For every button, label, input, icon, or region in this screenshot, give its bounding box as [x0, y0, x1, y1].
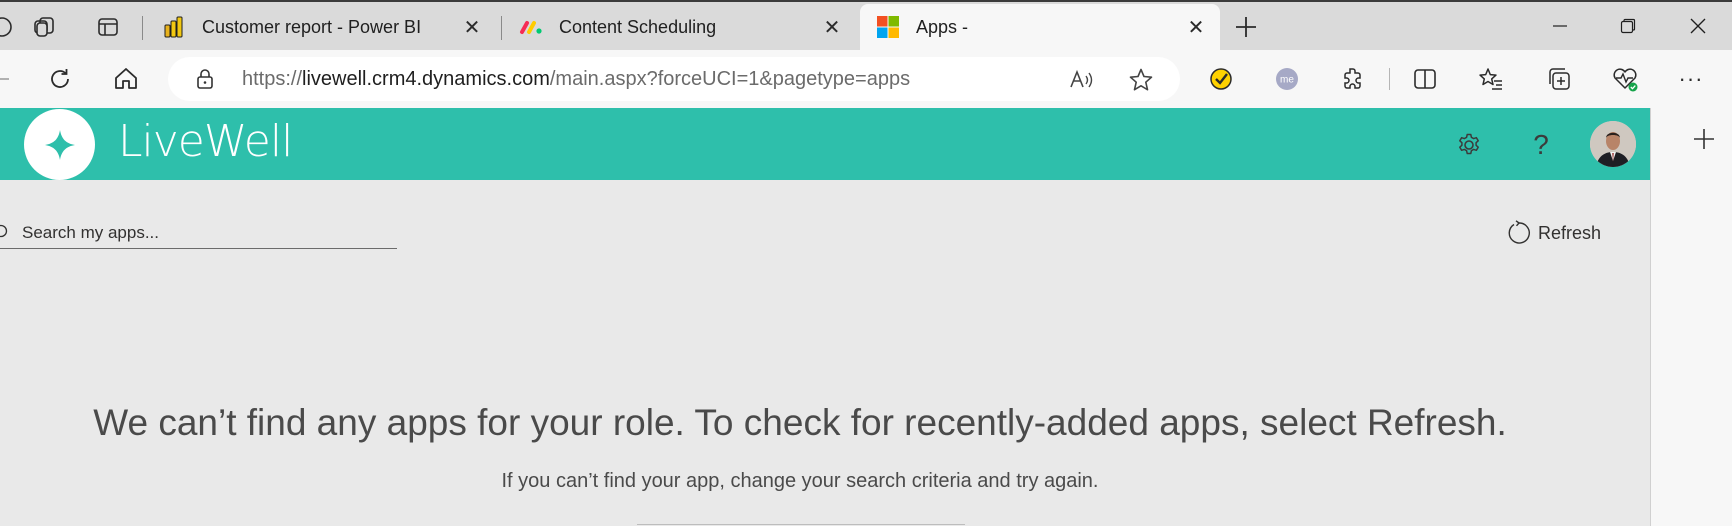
url-scheme: https://	[242, 68, 303, 90]
search-icon	[0, 224, 8, 238]
apps-content: Refresh We can’t find any apps for your …	[0, 180, 1650, 526]
browser-toolbar: https://livewell.crm4.dynamics.com/main.…	[0, 50, 1732, 108]
app-header: LiveWell ?	[0, 108, 1650, 180]
tab-title: Apps -	[916, 16, 969, 37]
tab-power-bi[interactable]: Customer report - Power BI ✕	[146, 4, 496, 50]
read-aloud-icon[interactable]	[1068, 67, 1094, 93]
tab-separator	[501, 16, 502, 40]
user-avatar[interactable]	[1590, 121, 1636, 167]
reload-icon[interactable]	[46, 65, 74, 93]
tab-content-scheduling[interactable]: Content Scheduling ✕	[503, 4, 856, 50]
favorites-icon[interactable]	[1477, 65, 1505, 93]
sidebar-add-icon[interactable]	[1693, 126, 1715, 156]
tab-actions-icon[interactable]	[96, 15, 120, 39]
divider	[637, 524, 965, 525]
favorite-star-icon[interactable]	[1128, 67, 1154, 93]
empty-state-title: We can’t find any apps for your role. To…	[93, 402, 1507, 443]
restore-icon[interactable]	[1610, 12, 1646, 40]
browser-essentials-icon[interactable]	[1611, 65, 1639, 93]
collections-icon[interactable]	[1545, 65, 1573, 93]
close-tab-icon[interactable]: ✕	[1184, 15, 1208, 39]
refresh-button[interactable]: Refresh	[1506, 220, 1601, 246]
profile-icon[interactable]	[0, 15, 14, 39]
tab-apps[interactable]: Apps - ✕	[860, 4, 1220, 50]
browser-tab-strip: Customer report - Power BI ✕ Content Sch…	[0, 0, 1732, 50]
app-logo[interactable]	[24, 109, 95, 180]
lock-icon[interactable]	[194, 68, 216, 90]
url-host: livewell.crm4.dynamics.com	[302, 68, 550, 90]
extensions-icon[interactable]	[1339, 65, 1367, 93]
close-window-icon[interactable]	[1680, 12, 1716, 40]
sparkle-icon	[44, 129, 75, 160]
app-brand-name: LiveWell	[118, 116, 293, 167]
split-screen-icon[interactable]	[1411, 65, 1439, 93]
norton-extension-icon[interactable]	[1207, 65, 1235, 93]
url-text[interactable]: https://livewell.crm4.dynamics.com/main.…	[242, 68, 910, 91]
search-apps-input[interactable]	[22, 220, 394, 246]
back-icon[interactable]	[0, 65, 14, 93]
home-icon[interactable]	[112, 65, 140, 93]
url-path: /main.aspx?forceUCI=1&pagetype=apps	[549, 68, 911, 90]
tab-separator	[142, 16, 143, 40]
svg-text:me: me	[1280, 75, 1294, 86]
tab-title: Customer report - Power BI	[202, 16, 422, 37]
microsoft-icon	[877, 16, 899, 38]
empty-state-subtitle: If you can’t find your app, change your …	[501, 470, 1099, 492]
more-options-icon[interactable]: ···	[1677, 65, 1705, 93]
me-extension-icon[interactable]: me	[1273, 65, 1301, 93]
minimize-icon[interactable]	[1542, 12, 1578, 40]
close-tab-icon[interactable]: ✕	[460, 15, 484, 39]
search-box	[0, 220, 397, 249]
settings-gear-icon[interactable]	[1454, 130, 1484, 160]
help-question-icon[interactable]: ?	[1526, 129, 1556, 160]
refresh-icon	[1508, 220, 1530, 244]
new-tab-icon[interactable]	[1234, 15, 1258, 39]
address-bar[interactable]: https://livewell.crm4.dynamics.com/main.…	[168, 57, 1180, 101]
close-tab-icon[interactable]: ✕	[820, 15, 844, 39]
browser-sidebar	[1650, 108, 1732, 526]
tab-title: Content Scheduling	[559, 16, 717, 37]
workspaces-icon[interactable]	[32, 15, 56, 39]
monday-icon	[520, 21, 542, 34]
power-bi-icon	[164, 16, 183, 38]
refresh-label: Refresh	[1538, 222, 1602, 243]
toolbar-separator	[1389, 68, 1390, 90]
